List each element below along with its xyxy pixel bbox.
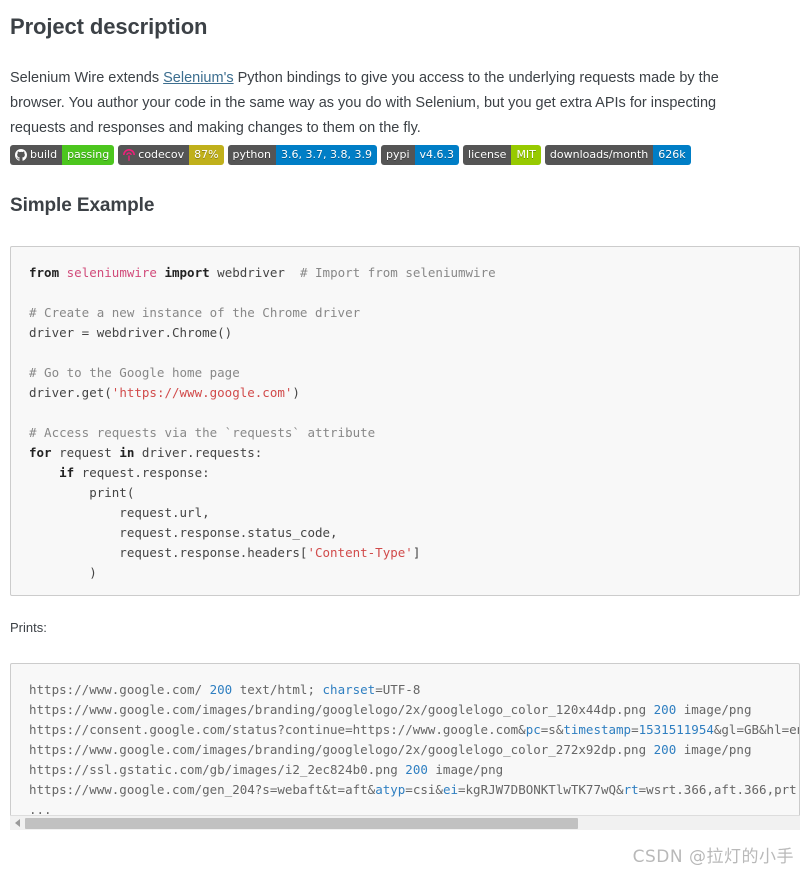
output-block: https://www.google.com/ 200 text/html; c… bbox=[10, 663, 800, 815]
code-token: https://ssl.gstatic.com/gb/images/i2_2ec… bbox=[29, 762, 406, 777]
prints-label: Prints: bbox=[10, 620, 47, 635]
code-token: request.response: bbox=[81, 465, 210, 480]
code-token: timestamp bbox=[563, 722, 632, 737]
paragraph-text-before-link: Selenium Wire extends bbox=[10, 70, 164, 86]
code-token: # Go to the Google home page bbox=[29, 365, 240, 380]
page-root: Project description Selenium Wire extend… bbox=[0, 0, 808, 879]
badge-label-text: license bbox=[468, 148, 507, 161]
code-token: 200 bbox=[653, 742, 677, 757]
code-token: https://www.google.com/gen_204?s=webaft&… bbox=[29, 782, 376, 797]
code-token: 200 bbox=[653, 702, 677, 717]
badge-value: v4.6.3 bbox=[414, 145, 460, 165]
code-token: atyp bbox=[375, 782, 406, 797]
badge-label-text: python bbox=[232, 148, 272, 161]
code-token: =kgRJW7DBONKTlwTK77wQ& bbox=[458, 782, 624, 797]
code-token: from bbox=[29, 265, 67, 280]
code-token: =s& bbox=[540, 722, 564, 737]
badge-label: build bbox=[10, 145, 63, 165]
code-token: 'https://www.google.com' bbox=[111, 385, 293, 400]
code-token: if bbox=[59, 465, 82, 480]
scroll-left-arrow[interactable] bbox=[10, 816, 25, 831]
badge-label-text: codecov bbox=[138, 148, 185, 161]
code-token: for bbox=[29, 445, 60, 460]
badge-python[interactable]: python 3.6, 3.7, 3.8, 3.9 bbox=[227, 145, 377, 165]
code-token: seleniumwire bbox=[66, 265, 157, 280]
badge-label-text: downloads/month bbox=[549, 148, 649, 161]
code-token: ] bbox=[412, 545, 421, 560]
codecov-icon bbox=[123, 149, 136, 161]
badge-license[interactable]: license MIT bbox=[463, 145, 541, 165]
code-token: # Import from seleniumwire bbox=[299, 265, 496, 280]
code-token: ) bbox=[29, 565, 97, 580]
code-token: import bbox=[156, 265, 218, 280]
badge-build[interactable]: build passing bbox=[10, 145, 115, 165]
code-token: request.response.status_code, bbox=[29, 525, 338, 540]
code-block: from seleniumwire import webdriver # Imp… bbox=[10, 246, 800, 596]
code-token: image/png bbox=[427, 762, 504, 777]
code-token: https://www.google.com/images/branding/g… bbox=[29, 702, 654, 717]
badge-label: python bbox=[227, 145, 277, 165]
project-description-paragraph: Selenium Wire extends Selenium's Python … bbox=[8, 66, 750, 141]
code-token: print( bbox=[29, 485, 135, 500]
code-token: =wsrt.366,aft.366,prt.366 204 text/html bbox=[638, 782, 799, 797]
code-token: https://www.google.com/images/branding/g… bbox=[29, 742, 654, 757]
code-token: driver = webdriver.Chrome() bbox=[29, 325, 233, 340]
code-token: webdriver bbox=[217, 265, 285, 280]
code-token: 1531511954 bbox=[638, 722, 714, 737]
badge-label-text: pypi bbox=[386, 148, 410, 161]
code-token: 200 bbox=[405, 762, 428, 777]
code-token: # Create a new instance of the Chrome dr… bbox=[29, 305, 361, 320]
badge-label: codecov bbox=[118, 145, 190, 165]
code-token: ) bbox=[292, 385, 300, 400]
code-token: request.url, bbox=[29, 505, 210, 520]
badge-value: 87% bbox=[189, 145, 224, 165]
badge-label-text: build bbox=[30, 148, 58, 161]
code-token: pc bbox=[525, 722, 541, 737]
code-token: rt bbox=[623, 782, 639, 797]
badge-pypi[interactable]: pypi v4.6.3 bbox=[381, 145, 460, 165]
badge-value: 3.6, 3.7, 3.8, 3.9 bbox=[276, 145, 377, 165]
selenium-link[interactable]: Selenium's bbox=[163, 70, 233, 86]
badge-codecov[interactable]: codecov 87% bbox=[118, 145, 224, 165]
code-token: # Access requests via the `requests` att… bbox=[29, 425, 376, 440]
scrollbar-thumb[interactable] bbox=[25, 817, 578, 829]
code-token: driver.requests: bbox=[141, 445, 263, 460]
badge-list: build passing codecov 87% python 3.6, 3.7, 3.… bbox=[8, 145, 800, 165]
badge-label: license bbox=[463, 145, 512, 165]
github-icon bbox=[15, 149, 27, 161]
code-token: https://consent.google.com/status?contin… bbox=[29, 722, 526, 737]
code-token: request bbox=[59, 445, 120, 460]
output-content: https://www.google.com/ 200 text/html; c… bbox=[11, 664, 799, 815]
code-content: from seleniumwire import webdriver # Imp… bbox=[11, 247, 799, 595]
horizontal-scrollbar[interactable] bbox=[10, 815, 800, 830]
code-token: charset bbox=[322, 682, 376, 697]
badge-value: passing bbox=[62, 145, 115, 165]
code-token: image/png bbox=[676, 742, 752, 757]
badge-value: 626k bbox=[653, 145, 691, 165]
badge-label: pypi bbox=[381, 145, 415, 165]
page-title: Project description bbox=[10, 14, 208, 39]
code-token: 'Content-Type' bbox=[307, 545, 413, 560]
code-token: ... bbox=[29, 802, 52, 815]
code-token: &gl=GB&hl=en&pc=s&src=1 302 text/html; c… bbox=[713, 722, 799, 737]
code-token: = bbox=[631, 722, 639, 737]
code-token: =UTF-8 bbox=[375, 682, 421, 697]
badge-label: downloads/month bbox=[544, 145, 654, 165]
simple-example-heading: Simple Example bbox=[10, 195, 155, 216]
code-token: driver.get( bbox=[29, 385, 112, 400]
code-token: =csi& bbox=[405, 782, 443, 797]
badge-downloads-month[interactable]: downloads/month 626k bbox=[544, 145, 691, 165]
code-token: https://www.google.com/ bbox=[29, 682, 210, 697]
code-token: image/png bbox=[676, 702, 752, 717]
code-token: request.response.headers[ bbox=[29, 545, 308, 560]
code-token: text/html; bbox=[232, 682, 323, 697]
code-token: ei bbox=[442, 782, 458, 797]
badge-value: MIT bbox=[511, 145, 541, 165]
code-token: 200 bbox=[209, 682, 233, 697]
code-token: in bbox=[119, 445, 142, 460]
watermark: CSDN @拉灯的小手 bbox=[632, 847, 794, 867]
